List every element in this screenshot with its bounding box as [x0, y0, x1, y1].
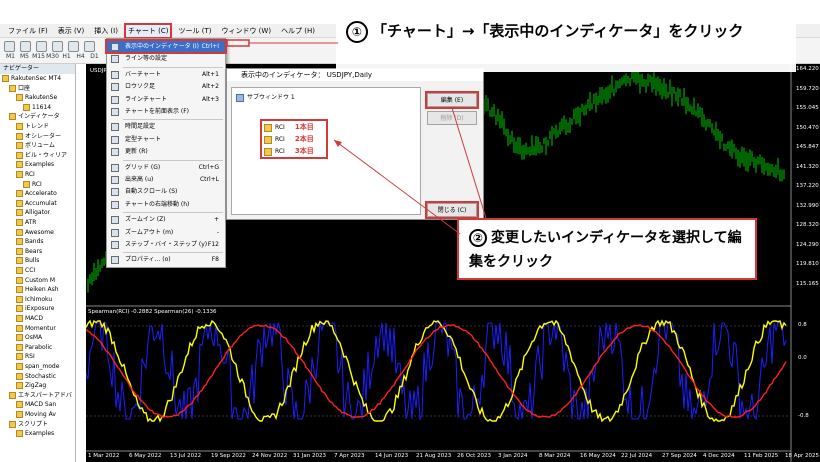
callout-arrows [333, 107, 487, 235]
